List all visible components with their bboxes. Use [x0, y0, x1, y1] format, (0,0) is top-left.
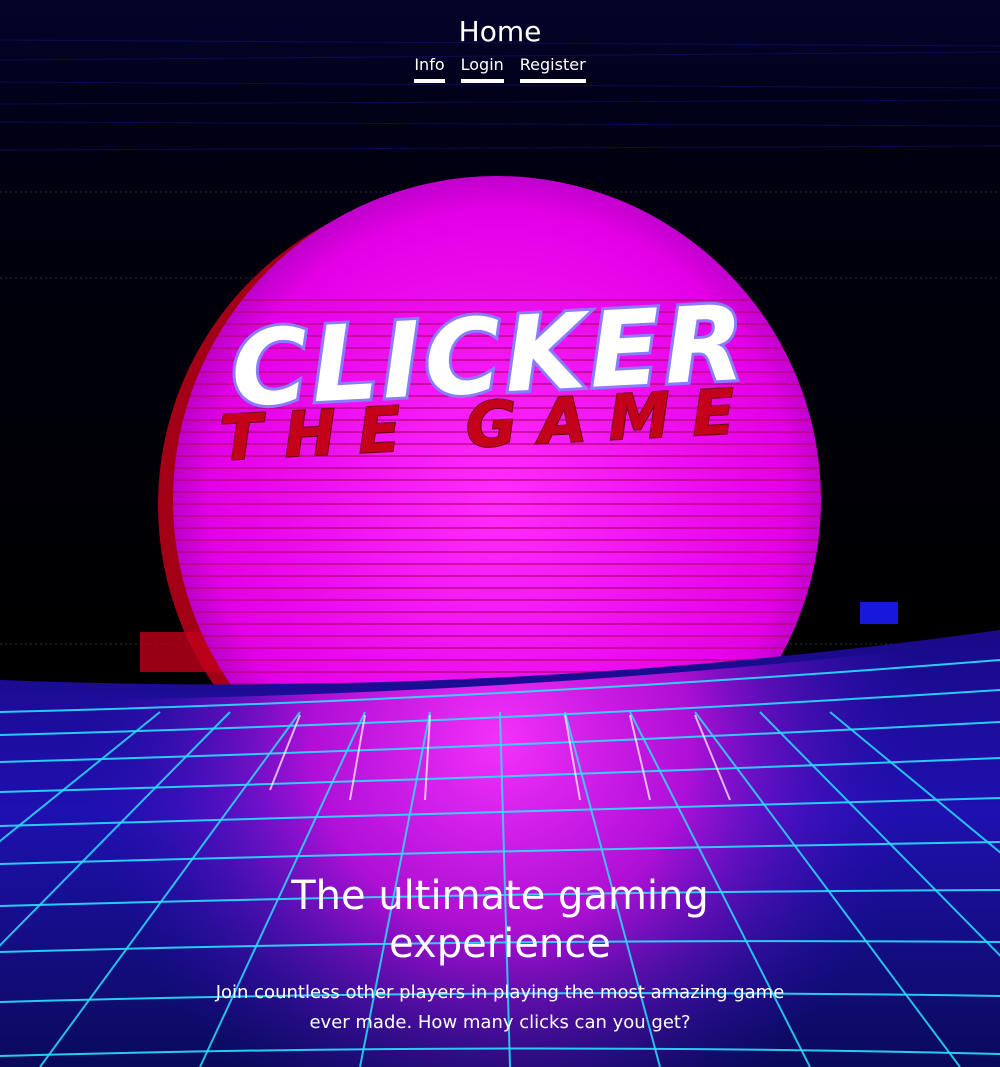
hero-subtitle: Join countless other players in playing … [215, 982, 785, 1033]
hero-section: The ultimate gaming experience Join coun… [0, 872, 1000, 1038]
game-logo: CLICKER THE GAME [217, 279, 759, 476]
nav-link-login[interactable]: Login [460, 54, 504, 83]
page: CLICKER THE GAME Home Info Login Registe… [0, 0, 1000, 1067]
site-header: Home Info Login Register [0, 14, 1000, 83]
nav-link-info[interactable]: Info [414, 54, 445, 83]
site-title: Home [458, 15, 542, 48]
main-nav: Info Login Register [0, 54, 1000, 83]
hero-title: The ultimate gaming experience [291, 873, 709, 967]
nav-link-register[interactable]: Register [519, 54, 586, 83]
